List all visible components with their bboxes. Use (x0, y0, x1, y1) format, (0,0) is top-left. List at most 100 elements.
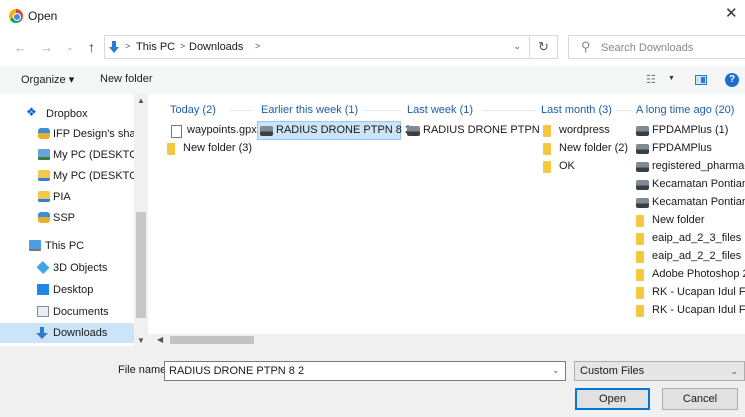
nav-item-documents[interactable]: Documents (0, 302, 134, 322)
help-icon[interactable]: ? (725, 73, 739, 87)
breadcrumb-separator-icon[interactable]: > (255, 41, 260, 51)
group-header-earlier-this-week[interactable]: Earlier this week (1) (261, 104, 358, 116)
list-item[interactable]: registered_pharmacy (634, 158, 745, 176)
nav-item-my-pc-2[interactable]: My PC (DESKTOP- (0, 166, 148, 186)
breadcrumb-separator-icon[interactable]: > (125, 41, 130, 51)
nav-item-my-pc-1[interactable]: My PC (DESKTOP- (0, 145, 148, 165)
window-title: Open (28, 9, 58, 23)
address-dropdown-icon[interactable]: ⌄ (513, 41, 521, 52)
organize-button[interactable]: Organize ▾ (21, 73, 74, 86)
drive-icon (636, 126, 649, 136)
nav-item-ifp-share[interactable]: IFP Design's share (0, 124, 145, 144)
list-item[interactable]: New folder (3) (165, 140, 265, 158)
chrome-app-icon (9, 9, 23, 23)
nav-item-downloads[interactable]: Downloads (0, 323, 134, 343)
computer-icon (29, 240, 41, 251)
back-arrow-icon[interactable]: ← (14, 40, 27, 55)
list-item[interactable]: RK - Ucapan Idul Fitri (634, 284, 745, 302)
dropbox-icon: ❖ (26, 105, 37, 119)
file-name-input[interactable] (164, 361, 566, 381)
list-item[interactable]: FPDAMPlus (634, 140, 745, 158)
preview-pane-icon[interactable] (695, 75, 707, 85)
open-button[interactable]: Open (575, 388, 650, 410)
dialog-footer: File name: ⌄ Custom Files ⌄ Open Cancel (0, 346, 745, 417)
group-header-long-time-ago[interactable]: A long time ago (20) (636, 104, 734, 116)
breadcrumb-downloads[interactable]: Downloads (189, 41, 243, 53)
folder-icon (543, 125, 551, 137)
cancel-button[interactable]: Cancel (662, 388, 738, 410)
folder-icon (636, 251, 644, 263)
user-folder-icon (38, 191, 50, 202)
search-box[interactable]: ⚲ (568, 35, 745, 59)
folder-icon (543, 143, 551, 155)
breadcrumb-separator-icon[interactable]: > (180, 41, 185, 51)
refresh-icon[interactable]: ↻ (530, 35, 558, 59)
list-item[interactable]: New folder (2) (541, 140, 631, 158)
nav-vertical-scrollbar[interactable]: ▲ ▼ (134, 94, 148, 346)
recent-locations-chevron-icon[interactable]: ⌄ (66, 42, 74, 53)
drive-icon (636, 162, 649, 172)
list-item[interactable]: Kecamatan Pontianak (634, 176, 745, 194)
scroll-left-icon[interactable]: ◀ (157, 335, 163, 344)
list-item[interactable]: eaip_ad_2_2_files (634, 248, 745, 266)
desktop-icon (37, 284, 49, 295)
list-item[interactable]: eaip_ad_2_3_files (634, 230, 745, 248)
breadcrumb-this-pc[interactable]: This PC (136, 41, 175, 53)
group-header-last-month[interactable]: Last month (3) (541, 104, 612, 116)
group-header-last-week[interactable]: Last week (1) (407, 104, 473, 116)
nav-item-dropbox[interactable]: ❖ Dropbox (0, 104, 134, 124)
group-divider (617, 110, 631, 111)
close-icon[interactable]: ✕ (725, 6, 739, 22)
drive-icon (636, 180, 649, 190)
list-item[interactable]: RK - Ucapan Idul Fitri (634, 302, 745, 320)
nav-item-3d-objects[interactable]: 3D Objects (0, 258, 134, 278)
horizontal-scroll-thumb[interactable] (170, 336, 254, 344)
folder-icon (636, 215, 644, 227)
nav-item-desktop[interactable]: Desktop (0, 280, 134, 300)
nav-scroll-thumb[interactable] (136, 212, 146, 318)
nav-item-ssp[interactable]: SSP (0, 208, 134, 228)
group-divider (230, 110, 253, 111)
group-header-today[interactable]: Today (2) (170, 104, 216, 116)
scroll-down-icon[interactable]: ▼ (137, 336, 145, 345)
group-divider (364, 110, 399, 111)
list-item[interactable]: RADIUS DRONE PTPN 8 (405, 122, 549, 140)
nav-item-pia[interactable]: PIA (0, 187, 134, 207)
horizontal-scrollbar[interactable]: ◀ (148, 334, 745, 346)
list-item[interactable]: New folder (634, 212, 745, 230)
download-arrow-icon (36, 327, 48, 339)
list-item-selected[interactable]: RADIUS DRONE PTPN 8 2 (257, 121, 411, 140)
view-dropdown-icon[interactable]: ▼ (668, 75, 675, 82)
documents-icon (37, 306, 49, 317)
change-view-icon[interactable]: ☷ (646, 73, 656, 86)
address-bar[interactable]: > This PC > Downloads > ⌄ (104, 35, 530, 59)
group-divider (482, 110, 536, 111)
forward-arrow-icon[interactable]: → (40, 40, 53, 55)
list-item[interactable]: waypoints.gpx (169, 122, 257, 140)
nav-item-this-pc[interactable]: This PC (0, 236, 134, 256)
drive-icon (407, 126, 420, 136)
list-item[interactable]: FPDAMPlus (1) (634, 122, 745, 140)
new-folder-button[interactable]: New folder (100, 73, 153, 85)
drive-icon (636, 198, 649, 208)
file-list[interactable]: Today (2) waypoints.gpx New folder (3) E… (148, 94, 745, 334)
drive-icon (260, 126, 273, 136)
downloads-location-icon (109, 40, 119, 54)
folder-icon (543, 161, 551, 173)
list-item[interactable]: wordpress (541, 122, 627, 140)
shared-folder-icon (38, 212, 50, 223)
network-pc-icon (38, 149, 50, 160)
up-arrow-icon[interactable]: ↑ (88, 39, 95, 55)
file-type-value: Custom Files (580, 365, 645, 377)
list-item[interactable]: Adobe Photoshop 20 (634, 266, 745, 284)
scroll-up-icon[interactable]: ▲ (137, 96, 145, 105)
navigation-pane[interactable]: ❖ Dropbox IFP Design's share My PC (DESK… (0, 94, 148, 346)
file-name-dropdown-icon[interactable]: ⌄ (552, 365, 560, 376)
folder-icon (636, 269, 644, 281)
folder-icon (636, 233, 644, 245)
list-item[interactable]: Kecamatan Pontianak (634, 194, 745, 212)
file-type-select[interactable]: Custom Files ⌄ (574, 361, 745, 381)
search-input[interactable] (601, 40, 741, 56)
drive-icon (636, 144, 649, 154)
list-item[interactable]: OK (541, 158, 627, 176)
